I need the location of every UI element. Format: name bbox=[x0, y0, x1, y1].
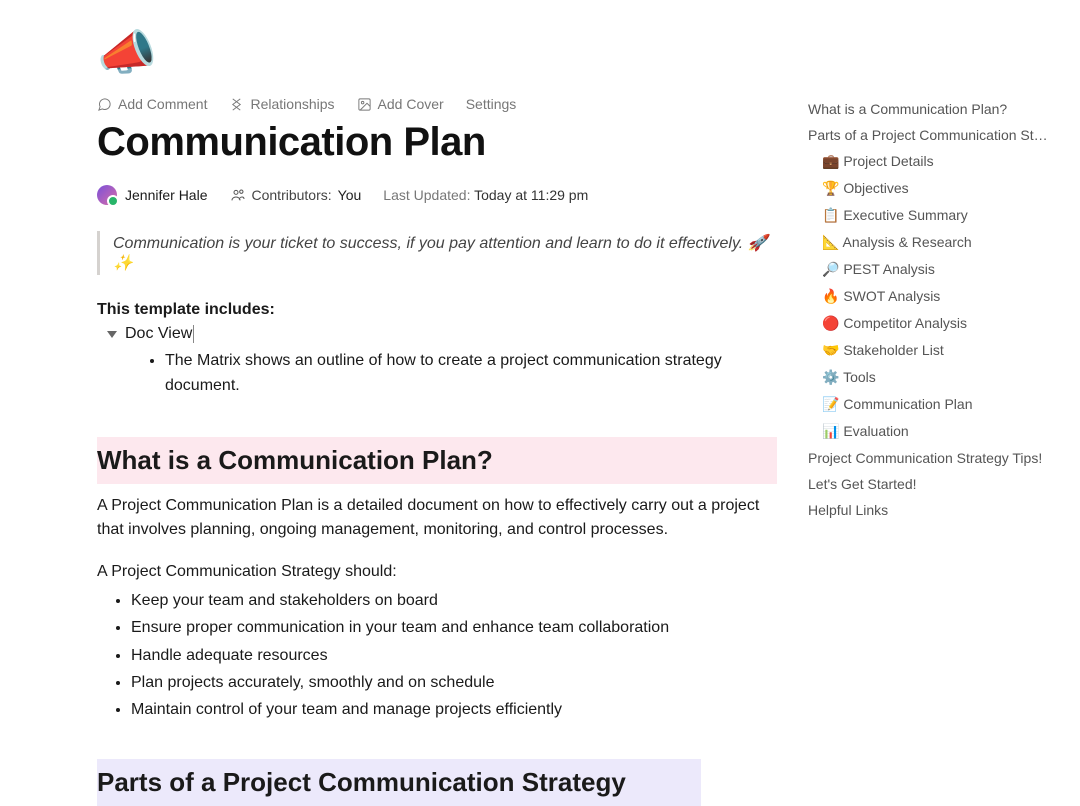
list-item[interactable]: Plan projects accurately, smoothly and o… bbox=[131, 669, 777, 696]
last-updated: Last Updated: Today at 11:29 pm bbox=[383, 187, 588, 203]
list-item[interactable]: Maintain control of your team and manage… bbox=[131, 696, 777, 723]
quote-block[interactable]: Communication is your ticket to success,… bbox=[97, 231, 777, 275]
author-name: Jennifer Hale bbox=[125, 187, 208, 203]
toc-item[interactable]: 📊 Evaluation bbox=[808, 418, 1048, 445]
people-icon bbox=[230, 187, 246, 203]
toc-item[interactable]: 📐 Analysis & Research bbox=[808, 229, 1048, 256]
relationships-icon bbox=[229, 97, 244, 112]
toc-item[interactable]: Helpful Links bbox=[808, 497, 1048, 523]
section1-paragraph[interactable]: A Project Communication Plan is a detail… bbox=[97, 494, 777, 544]
should-intro[interactable]: A Project Communication Strategy should: bbox=[97, 563, 777, 581]
toc-item[interactable]: Let's Get Started! bbox=[808, 471, 1048, 497]
page-title[interactable]: Communication Plan bbox=[97, 120, 777, 165]
toc-item[interactable]: ⚙️ Tools bbox=[808, 364, 1048, 391]
list-item[interactable]: Handle adequate resources bbox=[131, 642, 777, 669]
relationships-label: Relationships bbox=[250, 96, 334, 112]
add-comment-label: Add Comment bbox=[118, 96, 207, 112]
page-icon[interactable]: 📣 bbox=[97, 30, 777, 78]
comment-icon bbox=[97, 97, 112, 112]
chevron-down-icon[interactable] bbox=[107, 331, 117, 338]
contributors-value: You bbox=[338, 187, 362, 203]
toc-item[interactable]: What is a Communication Plan? bbox=[808, 96, 1048, 122]
toc-item[interactable]: Project Communication Strategy Tips! bbox=[808, 445, 1048, 471]
includes-heading[interactable]: This template includes: bbox=[97, 301, 777, 319]
toc-item[interactable]: Parts of a Project Communication Strateg… bbox=[808, 122, 1048, 148]
settings-label: Settings bbox=[466, 96, 517, 112]
toc-item[interactable]: 🏆 Objectives bbox=[808, 175, 1048, 202]
toc-item[interactable]: 🔎 PEST Analysis bbox=[808, 256, 1048, 283]
toc-item[interactable]: 🤝 Stakeholder List bbox=[808, 337, 1048, 364]
toggle-label: Doc View bbox=[125, 325, 194, 343]
toc-item[interactable]: 📝 Communication Plan bbox=[808, 391, 1048, 418]
updated-value: Today at 11:29 pm bbox=[474, 187, 588, 203]
should-list[interactable]: Keep your team and stakeholders on board… bbox=[97, 587, 777, 723]
image-icon bbox=[357, 97, 372, 112]
contributors[interactable]: Contributors: You bbox=[230, 187, 362, 203]
page-meta: Jennifer Hale Contributors: You Last Upd… bbox=[97, 185, 777, 205]
list-item[interactable]: Ensure proper communication in your team… bbox=[131, 614, 777, 641]
section-heading-parts[interactable]: Parts of a Project Communication Strateg… bbox=[97, 759, 701, 806]
list-item[interactable]: The Matrix shows an outline of how to cr… bbox=[165, 349, 777, 399]
add-cover-button[interactable]: Add Cover bbox=[357, 96, 444, 112]
add-cover-label: Add Cover bbox=[378, 96, 444, 112]
toc-item[interactable]: 💼 Project Details bbox=[808, 148, 1048, 175]
toggle-doc-view[interactable]: Doc View bbox=[97, 325, 777, 343]
avatar bbox=[97, 185, 117, 205]
table-of-contents: What is a Communication Plan?Parts of a … bbox=[808, 96, 1048, 523]
toc-item[interactable]: 🔥 SWOT Analysis bbox=[808, 283, 1048, 310]
section-heading-what-is[interactable]: What is a Communication Plan? bbox=[97, 437, 777, 484]
updated-label: Last Updated: bbox=[383, 187, 470, 203]
toc-item[interactable]: 📋 Executive Summary bbox=[808, 202, 1048, 229]
includes-bullet-list[interactable]: The Matrix shows an outline of how to cr… bbox=[97, 349, 777, 399]
add-comment-button[interactable]: Add Comment bbox=[97, 96, 207, 112]
list-item[interactable]: Keep your team and stakeholders on board bbox=[131, 587, 777, 614]
contributors-label: Contributors: bbox=[252, 187, 332, 203]
toc-item[interactable]: 🔴 Competitor Analysis bbox=[808, 310, 1048, 337]
author-chip[interactable]: Jennifer Hale bbox=[97, 185, 208, 205]
page-toolbar: Add Comment Relationships Add Cover Sett… bbox=[97, 96, 777, 112]
relationships-button[interactable]: Relationships bbox=[229, 96, 334, 112]
settings-button[interactable]: Settings bbox=[466, 96, 517, 112]
